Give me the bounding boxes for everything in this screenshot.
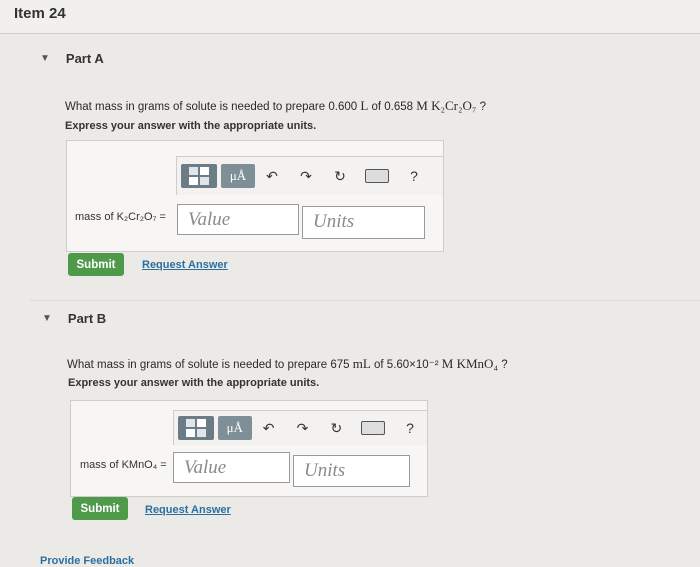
part-a-request-answer-link[interactable]: Request Answer bbox=[142, 259, 228, 271]
part-b-question-formula: M KMnO₄ bbox=[441, 356, 498, 371]
part-a-question-text: What mass in grams of solute is needed t… bbox=[65, 101, 358, 113]
item-header: Item 24 bbox=[0, 0, 700, 34]
collapse-caret-icon[interactable]: ▼ bbox=[42, 313, 52, 324]
part-a-value-input[interactable]: Value bbox=[177, 204, 299, 235]
part-b-question: What mass in grams of solute is needed t… bbox=[67, 356, 508, 372]
redo-icon[interactable]: ↷ bbox=[292, 164, 320, 188]
part-a-units-input[interactable]: Units bbox=[302, 206, 425, 239]
part-a-submit-button[interactable]: Submit bbox=[68, 253, 124, 276]
part-a-field-label: mass of K₂Cr₂O₇ = bbox=[75, 211, 166, 223]
keyboard-icon[interactable] bbox=[365, 169, 389, 183]
part-b-question-conc: of 5.60×10⁻² bbox=[374, 359, 439, 371]
units-symbols-button[interactable]: μÅ bbox=[217, 416, 252, 440]
part-b-header[interactable]: ▼ Part B bbox=[42, 311, 106, 326]
part-a-header[interactable]: ▼ Part A bbox=[40, 51, 104, 66]
section-divider bbox=[30, 300, 700, 301]
part-b-submit-button[interactable]: Submit bbox=[72, 497, 128, 520]
part-b-question-text: What mass in grams of solute is needed t… bbox=[67, 359, 350, 371]
part-b-question-unit: mL bbox=[352, 356, 371, 371]
part-a-question-mark: ? bbox=[479, 101, 487, 113]
template-grid-icon bbox=[185, 419, 206, 437]
provide-feedback-link[interactable]: Provide Feedback bbox=[40, 555, 134, 567]
collapse-caret-icon[interactable]: ▼ bbox=[40, 53, 50, 64]
part-a-question-unit: L bbox=[360, 98, 369, 113]
keyboard-icon[interactable] bbox=[361, 421, 386, 435]
part-b-instruction: Express your answer with the appropriate… bbox=[68, 377, 320, 389]
part-b-value-input[interactable]: Value bbox=[173, 452, 290, 483]
redo-icon[interactable]: ↷ bbox=[289, 416, 317, 440]
reset-icon[interactable]: ↻ bbox=[326, 164, 354, 188]
part-a-question-conc: of 0.658 bbox=[371, 101, 414, 113]
part-b-units-input[interactable]: Units bbox=[293, 455, 410, 487]
part-a-toolbar: μÅ ↶ ↷ ↻ ? bbox=[176, 156, 444, 195]
item-title: Item 24 bbox=[14, 5, 66, 22]
units-symbols-button[interactable]: μÅ bbox=[221, 164, 255, 188]
templates-button[interactable] bbox=[178, 416, 214, 440]
part-a-question: What mass in grams of solute is needed t… bbox=[65, 98, 486, 114]
templates-button[interactable] bbox=[181, 164, 217, 188]
part-a-instruction: Express your answer with the appropriate… bbox=[65, 120, 317, 132]
part-b-request-answer-link[interactable]: Request Answer bbox=[145, 504, 231, 516]
reset-icon[interactable]: ↻ bbox=[322, 416, 350, 440]
part-b-toolbar: μÅ ↶ ↷ ↻ ? bbox=[173, 410, 428, 445]
help-icon[interactable]: ? bbox=[400, 164, 428, 188]
part-a-title: Part A bbox=[65, 51, 104, 66]
help-icon[interactable]: ? bbox=[396, 416, 424, 440]
part-b-question-mark: ? bbox=[501, 359, 508, 371]
undo-icon[interactable]: ↶ bbox=[258, 164, 286, 188]
part-b-title: Part B bbox=[67, 311, 107, 326]
template-grid-icon bbox=[189, 167, 209, 185]
undo-icon[interactable]: ↶ bbox=[255, 416, 283, 440]
part-a-question-formula: M K₂Cr₂O₇ bbox=[416, 98, 477, 113]
part-b-field-label: mass of KMnO₄ = bbox=[80, 459, 167, 471]
